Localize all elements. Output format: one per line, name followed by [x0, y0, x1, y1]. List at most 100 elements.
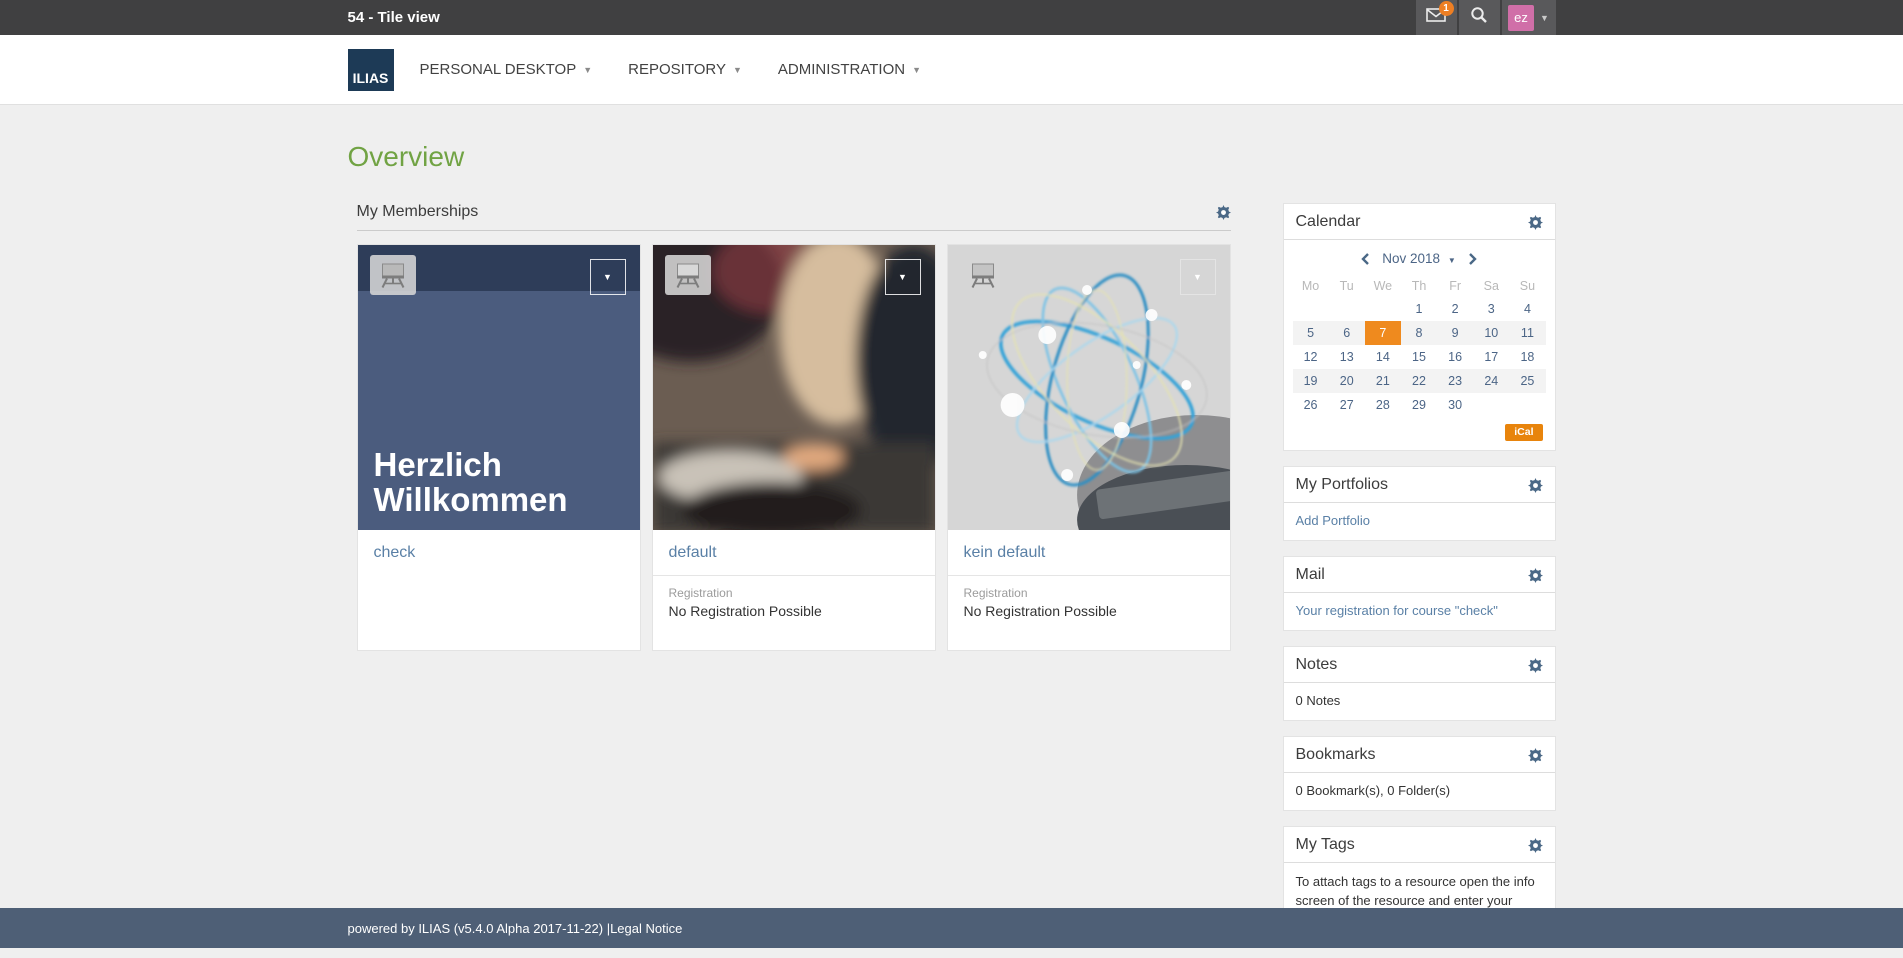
- legal-notice-link[interactable]: Legal Notice: [610, 921, 682, 936]
- gear-icon[interactable]: [1528, 658, 1543, 673]
- mail-button[interactable]: 1: [1416, 0, 1457, 35]
- calendar-weekday: Mo: [1293, 275, 1329, 297]
- calendar-grid: MoTuWeThFrSaSu 1234567891011121314151617…: [1284, 273, 1555, 417]
- calendar-day[interactable]: 22: [1401, 369, 1437, 393]
- memberships-title: My Memberships: [357, 203, 479, 221]
- calendar-day[interactable]: 30: [1437, 393, 1473, 417]
- tile-actions-dropdown[interactable]: ▼: [885, 259, 921, 295]
- calendar-day[interactable]: 17: [1473, 345, 1509, 369]
- calendar-day[interactable]: 27: [1329, 393, 1365, 417]
- calendar-day[interactable]: 1: [1401, 297, 1437, 321]
- ical-button[interactable]: iCal: [1505, 424, 1542, 441]
- calendar-day[interactable]: 6: [1329, 321, 1365, 345]
- gear-icon[interactable]: [1528, 215, 1543, 230]
- tile-title-link[interactable]: default: [669, 544, 717, 561]
- ilias-logo[interactable]: ILIAS: [348, 49, 394, 91]
- calendar-day[interactable]: 21: [1365, 369, 1401, 393]
- search-button[interactable]: [1459, 0, 1500, 35]
- calendar-day[interactable]: 26: [1293, 393, 1329, 417]
- footer: powered by ILIAS (v5.4.0 Alpha 2017-11-2…: [0, 908, 1903, 948]
- tile-actions-dropdown[interactable]: ▼: [590, 259, 626, 295]
- calendar-day[interactable]: 29: [1401, 393, 1437, 417]
- gear-icon[interactable]: [1528, 478, 1543, 493]
- nav-repository[interactable]: REPOSITORY ▼: [628, 61, 742, 78]
- calendar-day-empty: [1509, 393, 1545, 417]
- notes-title: Notes: [1296, 656, 1338, 674]
- tile-caption: check: [358, 530, 640, 650]
- calendar-day[interactable]: 9: [1437, 321, 1473, 345]
- registration-value: No Registration Possible: [669, 603, 919, 619]
- tile-caption: default Registration No Registration Pos…: [653, 530, 935, 650]
- calendar-day[interactable]: 4: [1509, 297, 1545, 321]
- calendar-day[interactable]: 11: [1509, 321, 1545, 345]
- calendar-day[interactable]: 13: [1329, 345, 1365, 369]
- chevron-down-icon: ▼: [1193, 272, 1202, 282]
- portfolios-widget: My Portfolios Add Portfolio: [1283, 466, 1556, 541]
- user-menu-button[interactable]: ez ▼: [1502, 0, 1556, 35]
- footer-powered-text: powered by ILIAS (v5.4.0 Alpha 2017-11-2…: [348, 921, 611, 936]
- gear-icon[interactable]: [1528, 838, 1543, 853]
- chevron-down-icon: ▼: [603, 272, 612, 282]
- calendar-day[interactable]: 28: [1365, 393, 1401, 417]
- calendar-week-row: 2627282930: [1293, 393, 1546, 417]
- calendar-day-selected[interactable]: 7: [1365, 321, 1401, 345]
- gear-icon[interactable]: [1216, 205, 1231, 220]
- calendar-weekday: Fr: [1437, 275, 1473, 297]
- topbar-actions: 1 ez ▼: [1414, 0, 1556, 35]
- calendar-day[interactable]: 5: [1293, 321, 1329, 345]
- tile-actions-dropdown[interactable]: ▼: [1180, 259, 1216, 295]
- calendar-day[interactable]: 19: [1293, 369, 1329, 393]
- chevron-down-icon: ▼: [1540, 13, 1549, 23]
- calendar-day[interactable]: 2: [1437, 297, 1473, 321]
- nav-personal-desktop[interactable]: PERSONAL DESKTOP ▼: [420, 61, 593, 78]
- calendar-month-label: Nov 2018: [1382, 251, 1440, 266]
- banner-text: Herzlich Willkommen: [374, 448, 568, 518]
- gear-icon[interactable]: [1528, 568, 1543, 583]
- bookmarks-title: Bookmarks: [1296, 746, 1376, 764]
- calendar-month-dropdown[interactable]: Nov 2018 ▼: [1382, 251, 1455, 266]
- add-portfolio-link[interactable]: Add Portfolio: [1296, 513, 1370, 528]
- gear-icon[interactable]: [1528, 748, 1543, 763]
- calendar-prev-button[interactable]: [1361, 253, 1370, 265]
- course-icon: [665, 255, 711, 295]
- notes-count: 0 Notes: [1296, 693, 1341, 708]
- window-title: 54 - Tile view: [348, 9, 440, 26]
- registration-label: Registration: [964, 586, 1214, 600]
- calendar-day[interactable]: 8: [1401, 321, 1437, 345]
- calendar-day[interactable]: 14: [1365, 345, 1401, 369]
- calendar-day[interactable]: 12: [1293, 345, 1329, 369]
- calendar-day-empty: [1365, 297, 1401, 321]
- calendar-weekday: Su: [1509, 275, 1545, 297]
- calendar-day[interactable]: 20: [1329, 369, 1365, 393]
- calendar-day[interactable]: 3: [1473, 297, 1509, 321]
- tile-kein-default: ▼ kein default Registration No Registrat…: [947, 244, 1231, 651]
- calendar-day[interactable]: 18: [1509, 345, 1545, 369]
- top-bar: 54 - Tile view 1 ez ▼: [0, 0, 1903, 35]
- nav-menus: PERSONAL DESKTOP ▼ REPOSITORY ▼ ADMINIST…: [420, 61, 922, 78]
- calendar-next-button[interactable]: [1468, 253, 1477, 265]
- nav-label: REPOSITORY: [628, 61, 726, 78]
- mail-message-link[interactable]: Your registration for course "check": [1296, 603, 1498, 618]
- calendar-weeks: 1234567891011121314151617181920212223242…: [1293, 297, 1546, 417]
- calendar-widget: Calendar Nov 2018 ▼: [1283, 203, 1556, 451]
- calendar-day[interactable]: 10: [1473, 321, 1509, 345]
- search-icon: [1470, 6, 1488, 29]
- nav-administration[interactable]: ADMINISTRATION ▼: [778, 61, 921, 78]
- tile-title-link[interactable]: kein default: [964, 544, 1046, 561]
- course-icon: [960, 255, 1006, 295]
- divider: [653, 575, 935, 576]
- registration-value: No Registration Possible: [964, 603, 1214, 619]
- calendar-day[interactable]: 24: [1473, 369, 1509, 393]
- calendar-week-row: 12131415161718: [1293, 345, 1546, 369]
- calendar-weekday: Tu: [1329, 275, 1365, 297]
- calendar-day[interactable]: 15: [1401, 345, 1437, 369]
- calendar-day[interactable]: 16: [1437, 345, 1473, 369]
- calendar-day[interactable]: 25: [1509, 369, 1545, 393]
- calendar-week-row: 1234: [1293, 297, 1546, 321]
- calendar-nav: Nov 2018 ▼: [1284, 240, 1555, 273]
- calendar-day[interactable]: 23: [1437, 369, 1473, 393]
- chevron-down-icon: ▼: [1448, 256, 1456, 265]
- sidebar: Calendar Nov 2018 ▼: [1283, 203, 1556, 958]
- course-icon: [370, 255, 416, 295]
- tile-title-link[interactable]: check: [374, 544, 416, 561]
